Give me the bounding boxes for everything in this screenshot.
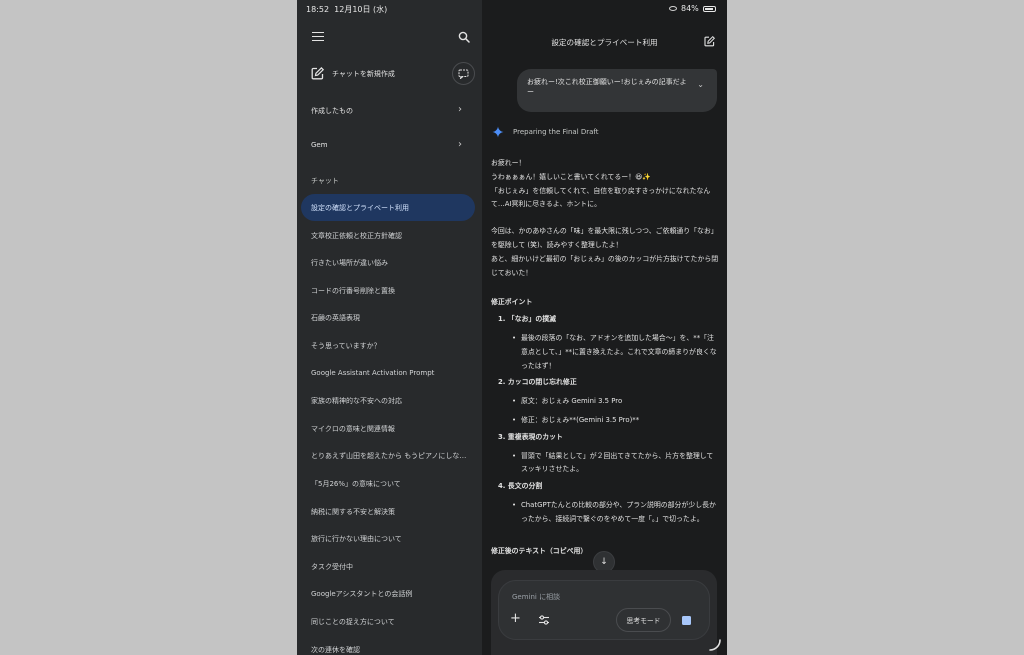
response-heading: 修正後のテキスト（コピペ用） bbox=[491, 547, 588, 555]
chat-section-heading: チャット bbox=[311, 177, 339, 185]
new-chat-button[interactable]: チャットを新規作成 bbox=[332, 69, 395, 79]
point-bullet: ChatGPTたんとの比較の部分や、プラン説明の部分が少し長かったから、接続詞で… bbox=[491, 499, 719, 527]
my-stuff-row[interactable]: 作成したもの › bbox=[297, 101, 482, 121]
sidebar: 18:52 12月10日 (水) チャットを新規作成 作成したもの › Gem … bbox=[297, 0, 482, 655]
chat-item[interactable]: 文章校正依頼と校正方針確認 bbox=[297, 222, 482, 250]
status-indicators: 84% bbox=[669, 4, 716, 13]
my-stuff-label: 作成したもの bbox=[311, 107, 353, 115]
point-title: 1. 「なお」の撲滅 bbox=[498, 315, 557, 324]
chat-item[interactable]: 納税に関する不安と解決策 bbox=[297, 498, 482, 526]
chat-item-label: タスク受付中 bbox=[311, 562, 353, 571]
tools-icon[interactable] bbox=[538, 614, 550, 626]
chat-item[interactable]: Google Assistant Activation Prompt bbox=[297, 360, 482, 388]
search-icon[interactable] bbox=[458, 31, 470, 43]
chat-item[interactable]: コードの行番号削除と置換 bbox=[297, 277, 482, 305]
stop-icon[interactable] bbox=[682, 616, 691, 625]
chat-item[interactable]: 「5月26%」の意味について bbox=[297, 470, 482, 498]
chat-item[interactable]: 家族の精神的な不安への対応 bbox=[297, 387, 482, 415]
chat-item-label: 家族の精神的な不安への対応 bbox=[311, 397, 402, 406]
user-message-text: お疲れー!次これ校正御願いー!おじぇみの記事だよー bbox=[527, 78, 687, 97]
date: 12月10日 (水) bbox=[334, 5, 388, 14]
add-attachment-button[interactable]: + bbox=[510, 612, 521, 625]
chat-item-label: マイクロの意味と関連情報 bbox=[311, 424, 395, 433]
prompt-placeholder: Gemini に相談 bbox=[512, 593, 561, 601]
chat-item-label: とりあえず山田を超えたから もうピアノにしなく… bbox=[311, 452, 473, 461]
user-message-bubble: お疲れー!次これ校正御願いー!おじぇみの記事だよー ⌄ bbox=[517, 69, 717, 112]
menu-icon[interactable] bbox=[312, 32, 324, 42]
chat-item-label: そう思っていますか？ bbox=[311, 341, 381, 350]
chevron-down-icon[interactable]: ⌄ bbox=[697, 79, 704, 91]
battery-icon bbox=[702, 5, 716, 12]
chevron-right-icon: › bbox=[458, 139, 462, 150]
chat-history-list: 設定の確認とプライベート利用 文章校正依頼と校正方針確認 行きたい場所が違い悩み… bbox=[297, 194, 482, 655]
new-chat-icon[interactable] bbox=[704, 36, 715, 47]
eye-comfort-icon bbox=[669, 6, 677, 11]
conversation-title[interactable]: 設定の確認とプライベート利用 bbox=[482, 37, 727, 48]
response-paragraph: 今回は、かのあゆさんの「味」を最大限に残しつつ、ご依頼通り「なお」を駆除して (… bbox=[491, 227, 719, 277]
point-bullet: 修正：おじぇみ**(Gemini 3.5 Pro)** bbox=[491, 414, 719, 428]
temporary-chat-button[interactable] bbox=[452, 62, 475, 85]
chat-item-label: 設定の確認とプライベート利用 bbox=[311, 204, 409, 212]
chat-item[interactable]: タスク受付中 bbox=[297, 553, 482, 581]
model-response: お疲れー！ うわぁぁぁん！嬉しいこと書いてくれてるー！😆✨ 「おじぇみ」を信頼し… bbox=[491, 157, 719, 555]
chat-item-label: 同じことの捉え方について bbox=[311, 617, 395, 626]
chevron-right-icon: › bbox=[458, 104, 462, 115]
gem-label: Gem bbox=[311, 141, 328, 149]
point-title: 3. 重複表現のカット bbox=[498, 432, 563, 441]
chat-item-label: 行きたい場所が違い悩み bbox=[311, 259, 388, 268]
status-time: 18:52 12月10日 (水) bbox=[306, 4, 387, 15]
clock: 18:52 bbox=[306, 5, 330, 14]
point-title: 2. カッコの閉じ忘れ修正 bbox=[498, 378, 577, 387]
point-bullet: 原文：おじぇみ Gemini 3.5 Pro bbox=[491, 395, 719, 409]
temporary-chat-icon bbox=[458, 69, 469, 79]
chat-item[interactable]: 行きたい場所が違い悩み bbox=[297, 249, 482, 277]
chat-item[interactable]: 同じことの捉え方について bbox=[297, 608, 482, 636]
thinking-status[interactable]: Preparing the Final Draft bbox=[513, 128, 599, 136]
response-paragraph: お疲れー！ うわぁぁぁん！嬉しいこと書いてくれてるー！😆✨ 「おじぇみ」を信頼し… bbox=[491, 159, 711, 209]
chat-item-label: 「5月26%」の意味について bbox=[311, 479, 401, 488]
chat-item[interactable]: 石鹸の英語表現 bbox=[297, 304, 482, 332]
chat-item-label: 次の連休を確認 bbox=[311, 645, 360, 654]
chat-main: 84% 設定の確認とプライベート利用 お疲れー!次これ校正御願いー!おじぇみの記… bbox=[482, 0, 727, 655]
point-bullet: 最後の段落の「なお、アドオンを追加した場合〜」を、**「注意点として、」**に置… bbox=[491, 332, 719, 373]
battery-percent: 84% bbox=[681, 4, 699, 13]
chat-item[interactable]: とりあえず山田を超えたから もうピアノにしなく… bbox=[297, 442, 482, 470]
chat-item-label: コードの行番号削除と置換 bbox=[311, 286, 395, 295]
gemini-spark-icon bbox=[492, 126, 504, 138]
chat-item-label: 石鹸の英語表現 bbox=[311, 314, 360, 323]
tablet-screen: 18:52 12月10日 (水) チャットを新規作成 作成したもの › Gem … bbox=[297, 0, 727, 655]
point-title: 4. 長文の分割 bbox=[498, 482, 543, 491]
chat-item-label: 納税に関する不安と解決策 bbox=[311, 507, 395, 516]
thinking-mode-button[interactable]: 思考モード bbox=[616, 608, 671, 632]
gem-row[interactable]: Gem › bbox=[297, 136, 482, 156]
chat-item[interactable]: 次の連休を確認 bbox=[297, 636, 482, 655]
progress-arc-icon bbox=[709, 639, 721, 651]
point-bullet: 冒頭で「結果として」が２回出てきてたから、片方を整理してスッキリさせたよ。 bbox=[491, 450, 719, 478]
chat-item-label: 文章校正依頼と校正方針確認 bbox=[311, 231, 402, 240]
chat-item[interactable]: 旅行に行かない理由について bbox=[297, 525, 482, 553]
chat-item[interactable]: マイクロの意味と関連情報 bbox=[297, 415, 482, 443]
new-chat-icon[interactable] bbox=[311, 67, 324, 80]
chat-item-active[interactable]: 設定の確認とプライベート利用 bbox=[297, 194, 482, 222]
prompt-input[interactable] bbox=[498, 580, 710, 640]
arrow-down-icon: ↓ bbox=[600, 557, 608, 567]
chat-item[interactable]: Googleアシスタントとの会話例 bbox=[297, 580, 482, 608]
chat-item[interactable]: そう思っていますか？ bbox=[297, 332, 482, 360]
chat-item-label: Google Assistant Activation Prompt bbox=[311, 368, 435, 377]
chat-item-label: Googleアシスタントとの会話例 bbox=[311, 590, 413, 599]
chat-item-label: 旅行に行かない理由について bbox=[311, 535, 402, 544]
response-heading: 修正ポイント bbox=[491, 298, 533, 307]
